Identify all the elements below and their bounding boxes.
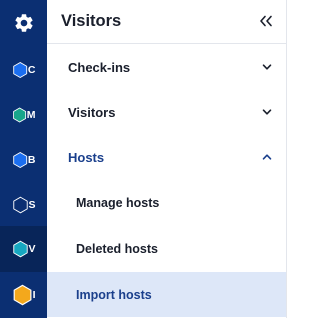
app-insights-button[interactable]: I [0, 272, 47, 318]
nav-panel: Visitors Check-ins Visitors Hosts Manage… [47, 0, 287, 318]
hexagon-icon [12, 240, 28, 258]
double-chevron-left-icon [260, 15, 272, 27]
app-letter: V [28, 243, 36, 255]
nav-section-label: Check-ins [68, 60, 131, 75]
nav-section-checkins[interactable]: Check-ins [47, 45, 286, 90]
collapse-button[interactable] [257, 12, 275, 30]
app-spaces-button[interactable]: S [0, 182, 47, 228]
nav-section-label: Hosts [68, 150, 105, 165]
app-meetings-button[interactable]: M [0, 92, 47, 138]
app-letter: B [27, 154, 36, 166]
app-letter: I [32, 289, 36, 301]
panel-header: Visitors [47, 0, 287, 44]
app-bookings-button[interactable]: B [0, 137, 47, 183]
hexagon-icon [12, 196, 28, 214]
hexagon-icon [13, 284, 31, 306]
page-title: Visitors [61, 12, 122, 30]
app-letter: M [26, 109, 36, 121]
chevron-down-icon [262, 109, 272, 115]
chevron-down-icon [262, 64, 272, 70]
nav-item-label: Deleted hosts [76, 242, 158, 256]
nav-item-import-hosts[interactable]: Import hosts [47, 272, 286, 317]
app-letter: C [27, 64, 36, 76]
app-visitors-button[interactable]: V [0, 226, 47, 272]
nav-item-manage-hosts[interactable]: Manage hosts [47, 180, 286, 225]
app-checkins-button[interactable]: C [0, 47, 47, 93]
gear-icon [14, 14, 33, 32]
nav-section-hosts[interactable]: Hosts [47, 135, 286, 180]
nav-item-label: Import hosts [76, 288, 152, 302]
nav-item-label: Manage hosts [76, 196, 160, 210]
hexagon-icon [12, 107, 26, 123]
hexagon-icon [12, 61, 27, 79]
hexagon-icon [12, 151, 27, 169]
app-rail: C M B S V I [0, 0, 47, 318]
nav-section-label: Visitors [68, 105, 116, 120]
chevron-up-icon [262, 154, 272, 160]
nav-item-deleted-hosts[interactable]: Deleted hosts [47, 226, 286, 271]
settings-button[interactable] [0, 0, 47, 46]
nav-section-visitors[interactable]: Visitors [47, 90, 286, 135]
app-letter: S [28, 199, 36, 211]
